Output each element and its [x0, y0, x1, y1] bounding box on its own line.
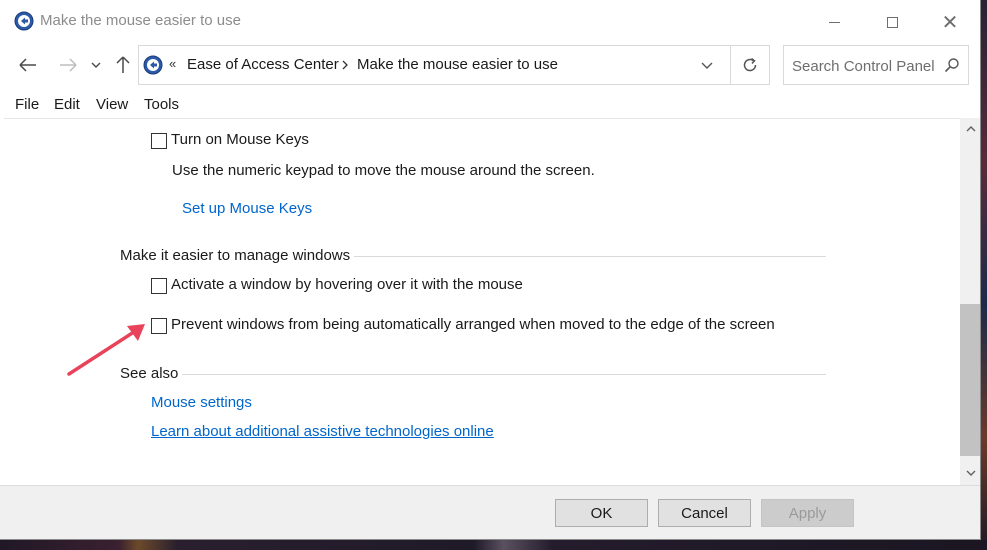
chevron-down-icon[interactable] [699, 58, 715, 72]
maximize-button[interactable] [863, 0, 921, 44]
section-divider [182, 374, 826, 375]
search-input[interactable] [792, 55, 942, 77]
mouse-keys-label[interactable]: Turn on Mouse Keys [171, 131, 309, 148]
apply-button[interactable]: Apply [761, 499, 854, 527]
menu-tools[interactable]: Tools [144, 96, 179, 113]
assistive-technologies-link[interactable]: Learn about additional assistive technol… [151, 423, 494, 440]
menu-edit[interactable]: Edit [54, 96, 80, 113]
title-bar: Make the mouse easier to use ✕ [0, 0, 980, 44]
see-also-heading: See also [120, 365, 179, 382]
vertical-scrollbar[interactable] [960, 118, 980, 485]
arrow-right-icon [60, 58, 77, 72]
address-overflow-icon[interactable]: « [169, 56, 176, 71]
prevent-snap-label[interactable]: Prevent windows from being automatically… [171, 316, 775, 333]
maximize-icon [886, 16, 898, 28]
search-icon[interactable] [944, 57, 960, 73]
window-title: Make the mouse easier to use [40, 12, 241, 29]
scroll-up-button[interactable] [960, 118, 980, 138]
search-box [783, 45, 969, 85]
forward-button[interactable] [56, 52, 80, 78]
menu-view[interactable]: View [96, 96, 128, 113]
refresh-icon [743, 57, 756, 72]
manage-windows-heading: Make it easier to manage windows [120, 247, 351, 264]
section-divider [354, 256, 826, 257]
chevron-down-icon [966, 470, 975, 476]
refresh-button[interactable] [730, 45, 770, 85]
hover-activate-label[interactable]: Activate a window by hovering over it wi… [171, 276, 523, 293]
desktop-wallpaper-bottom [0, 540, 987, 550]
scroll-down-button[interactable] [960, 463, 980, 483]
up-button[interactable] [111, 52, 135, 78]
mouse-keys-checkbox[interactable] [151, 133, 167, 149]
arrow-up-icon [116, 56, 130, 73]
arrow-left-icon [19, 58, 36, 72]
ease-of-access-icon [143, 55, 163, 75]
hover-activate-checkbox[interactable] [151, 278, 167, 294]
setup-mouse-keys-link[interactable]: Set up Mouse Keys [182, 200, 312, 217]
chevron-right-icon[interactable] [339, 57, 351, 73]
chevron-down-icon [91, 62, 101, 68]
close-icon: ✕ [941, 10, 959, 34]
chevron-up-icon [966, 125, 975, 131]
back-button[interactable] [16, 52, 40, 78]
breadcrumb-current-page[interactable]: Make the mouse easier to use [357, 56, 558, 73]
menu-bar: File Edit View Tools [0, 94, 980, 116]
ease-of-access-icon [14, 11, 34, 31]
minimize-icon [828, 21, 840, 23]
recent-locations-button[interactable] [86, 52, 106, 78]
mouse-keys-description: Use the numeric keypad to move the mouse… [172, 162, 595, 179]
prevent-snap-checkbox[interactable] [151, 318, 167, 334]
ok-button[interactable]: OK [555, 499, 648, 527]
desktop-wallpaper-right [981, 0, 987, 550]
mouse-settings-link[interactable]: Mouse settings [151, 394, 252, 411]
cancel-button[interactable]: Cancel [658, 499, 751, 527]
settings-content: Turn on Mouse Keys Use the numeric keypa… [4, 118, 960, 485]
dialog-footer: OK Cancel Apply [0, 485, 980, 539]
breadcrumb-ease-of-access-center[interactable]: Ease of Access Center [187, 56, 339, 73]
scrollbar-thumb[interactable] [960, 304, 980, 456]
menu-file[interactable]: File [15, 96, 39, 113]
minimize-button[interactable] [805, 0, 863, 44]
close-button[interactable]: ✕ [921, 0, 979, 44]
control-panel-window: Make the mouse easier to use ✕ « Ease of… [0, 0, 981, 540]
address-bar[interactable]: « Ease of Access Center Make the mouse e… [138, 45, 731, 85]
